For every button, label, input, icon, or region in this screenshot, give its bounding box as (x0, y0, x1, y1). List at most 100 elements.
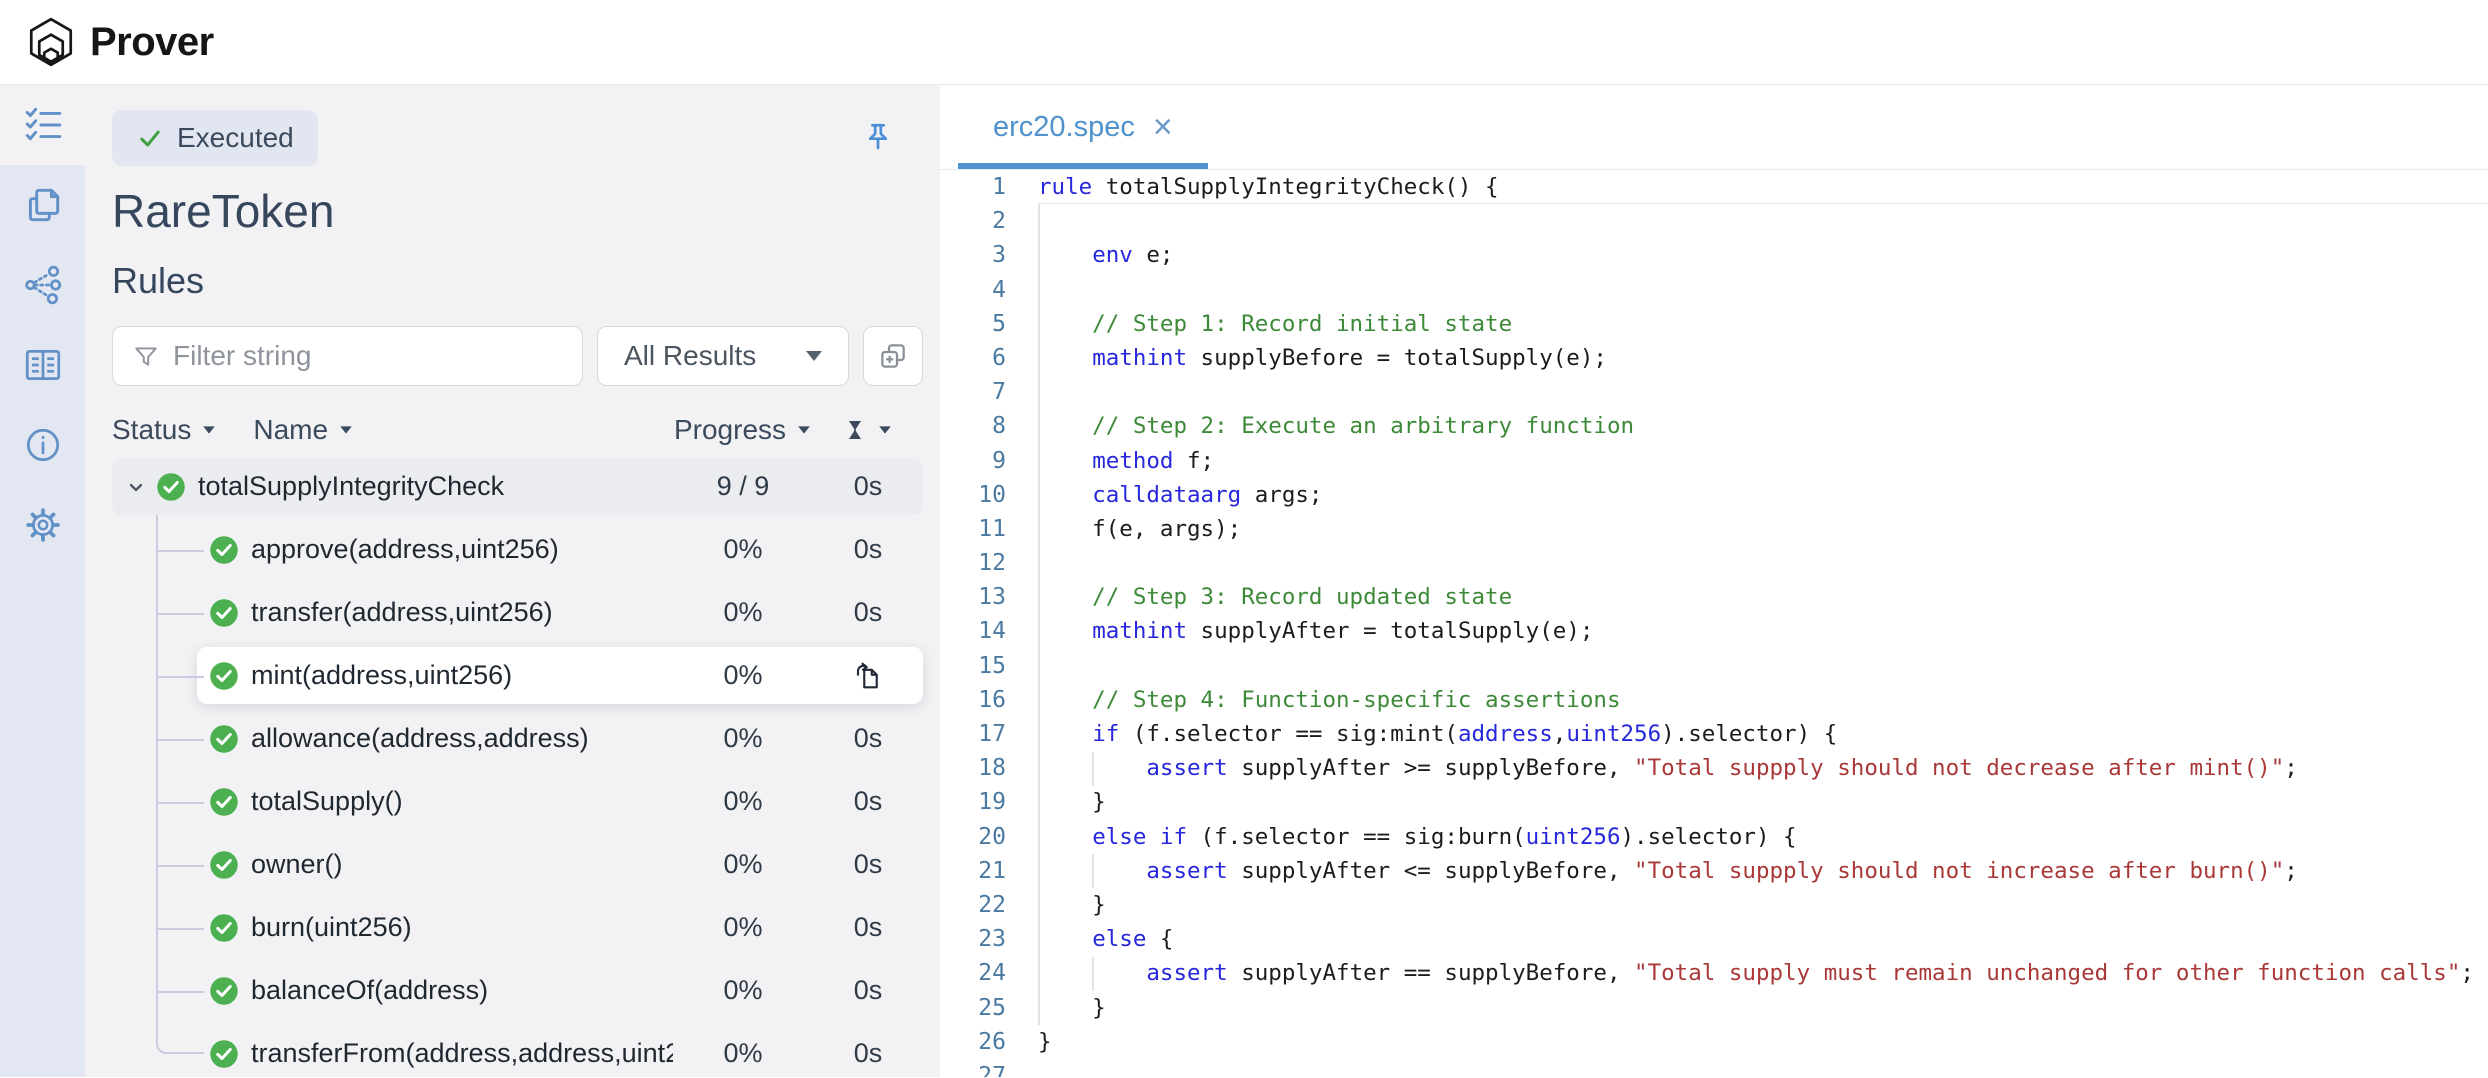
rule-name: mint(address,uint256) (251, 660, 673, 691)
rule-time: 0s (813, 534, 923, 565)
tree-row-8[interactable]: transferFrom(address,address,uint2… 0% 0… (197, 1025, 923, 1078)
indent-guide (1092, 957, 1094, 991)
line-number: 15 (940, 649, 1006, 683)
code-line-17: 17 if (f.selector == sig:mint(address,ui… (940, 717, 2488, 751)
rail-item-info[interactable] (0, 405, 85, 485)
tab-label: erc20.spec (993, 111, 1135, 144)
code-line-22: 22 } (940, 888, 2488, 922)
rule-time: 0s (813, 723, 923, 754)
nav-rail (0, 85, 85, 1077)
line-number: 5 (940, 307, 1006, 341)
rule-name: totalSupply() (251, 786, 673, 817)
tabbar: erc20.spec × (940, 85, 2488, 170)
funnel-icon (133, 343, 159, 369)
check-circle-icon (209, 535, 239, 565)
topbar: Prover (0, 0, 2488, 85)
tree-connector (156, 928, 204, 930)
check-circle-icon (209, 787, 239, 817)
rail-item-docs[interactable] (0, 325, 85, 405)
sort-progress[interactable]: Progress (673, 414, 813, 446)
hexagon-logo-icon (26, 15, 76, 69)
rule-time: 0s (813, 912, 923, 943)
tree-row-1[interactable]: transfer(address,uint256) 0% 0s (197, 584, 923, 641)
close-icon[interactable]: × (1153, 110, 1173, 144)
code-line-12: 12 (940, 546, 2488, 580)
tree-row-0[interactable]: approve(address,uint256) 0% 0s (197, 521, 923, 578)
check-circle-icon (209, 598, 239, 628)
rule-progress: 0% (673, 660, 813, 691)
rail-item-call-graph[interactable] (0, 245, 85, 325)
code-line-21: 21 assert supplyAfter <= supplyBefore, "… (940, 854, 2488, 888)
rule-time: 0s (813, 975, 923, 1006)
tree-row-root[interactable]: totalSupplyIntegrityCheck 9 / 9 0s (112, 458, 923, 515)
check-circle-icon (156, 472, 186, 502)
indent-guide (1092, 854, 1094, 888)
line-number: 14 (940, 614, 1006, 648)
editor: erc20.spec × 1rule totalSupplyIntegrityC… (940, 85, 2488, 1077)
code-line-20: 20 else if (f.selector == sig:burn(uint2… (940, 820, 2488, 854)
tree-row-4[interactable]: totalSupply() 0% 0s (197, 773, 923, 830)
code-line-18: 18 assert supplyAfter >= supplyBefore, "… (940, 751, 2488, 785)
rule-name: approve(address,uint256) (251, 534, 673, 565)
rule-progress: 9 / 9 (673, 471, 813, 502)
code-line-7: 7 (940, 375, 2488, 409)
line-number: 19 (940, 785, 1006, 819)
rule-time: 0s (813, 471, 923, 502)
line-number: 7 (940, 375, 1006, 409)
tree-row-3[interactable]: allowance(address,address) 0% 0s (197, 710, 923, 767)
tree-connector (156, 739, 204, 741)
rule-progress: 0% (673, 975, 813, 1006)
code-line-27: 27 (940, 1059, 2488, 1077)
indent-guide (1038, 204, 1040, 1025)
sort-time[interactable] (813, 418, 923, 442)
code-line-9: 9 method f; (940, 444, 2488, 478)
tree-row-6[interactable]: burn(uint256) 0% 0s (197, 899, 923, 956)
indent-guide (1092, 752, 1094, 786)
line-number: 6 (940, 341, 1006, 375)
app-logo[interactable]: Prover (26, 15, 214, 69)
code-line-4: 4 (940, 273, 2488, 307)
line-number: 11 (940, 512, 1006, 546)
rule-time: 0s (813, 1038, 923, 1069)
rule-progress: 0% (673, 786, 813, 817)
line-number: 8 (940, 409, 1006, 443)
rules-panel: Executed RareToken Rules All Results S (85, 85, 940, 1077)
tree-connector (156, 613, 204, 615)
rule-progress: 0% (673, 723, 813, 754)
rail-item-rules[interactable] (0, 85, 85, 165)
tab-erc20-spec[interactable]: erc20.spec × (958, 85, 1208, 169)
rule-progress: 0% (673, 1038, 813, 1069)
tree-connector (156, 865, 204, 867)
line-number: 21 (940, 854, 1006, 888)
line-number: 16 (940, 683, 1006, 717)
rail-item-files[interactable] (0, 165, 85, 245)
expand-all-button[interactable] (863, 326, 923, 386)
rule-progress: 0% (673, 534, 813, 565)
check-icon (136, 124, 164, 152)
pin-icon[interactable] (861, 121, 895, 155)
open-report-icon[interactable] (813, 661, 923, 691)
tree-connector (156, 991, 204, 993)
line-number: 3 (940, 238, 1006, 272)
line-number: 10 (940, 478, 1006, 512)
chevron-down-icon[interactable] (124, 475, 148, 499)
results-filter-dropdown[interactable]: All Results (597, 326, 849, 386)
tree-row-2[interactable]: mint(address,uint256) 0% (197, 647, 923, 704)
tree-row-7[interactable]: balanceOf(address) 0% 0s (197, 962, 923, 1019)
rule-name: totalSupplyIntegrityCheck (198, 471, 673, 502)
tree-row-5[interactable]: owner() 0% 0s (197, 836, 923, 893)
gear-icon (22, 504, 64, 546)
rail-item-settings[interactable] (0, 485, 85, 565)
sort-status[interactable]: Status (112, 414, 217, 446)
sort-caret-icon (798, 426, 810, 433)
tree-connector (156, 1040, 204, 1054)
code-line-10: 10 calldataarg args; (940, 478, 2488, 512)
chevron-down-icon (806, 351, 822, 361)
sort-caret-icon (340, 426, 352, 433)
line-number: 23 (940, 922, 1006, 956)
line-number: 1 (940, 170, 1006, 204)
sort-name[interactable]: Name (253, 414, 354, 446)
copy-icon (22, 184, 64, 226)
rule-name: balanceOf(address) (251, 975, 673, 1006)
filter-input[interactable] (173, 340, 562, 372)
